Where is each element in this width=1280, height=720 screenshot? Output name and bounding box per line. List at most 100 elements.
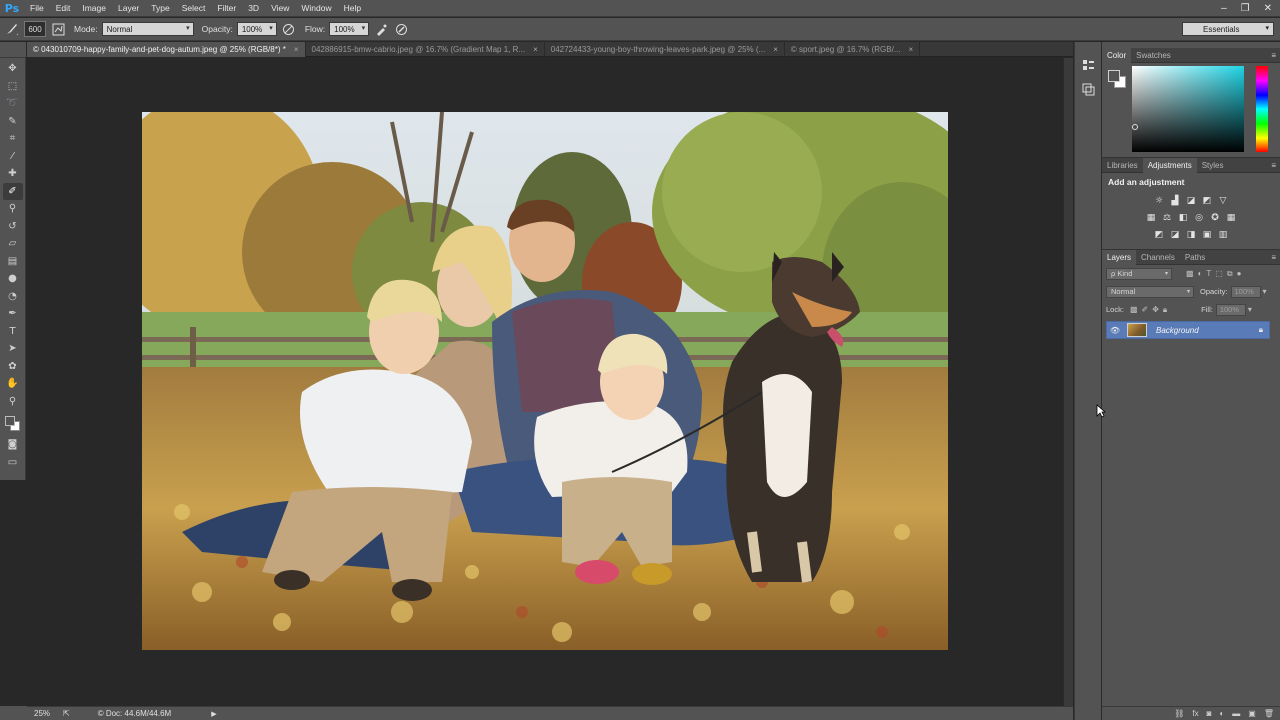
layer-row-background[interactable]: 👁︎ Background 🔒︎ [1106,321,1270,339]
history-panel-icon[interactable] [1078,80,1098,98]
tab-swatches[interactable]: Swatches [1131,48,1176,63]
foreground-color-swatch[interactable] [1108,70,1120,82]
adjustment-layer-icon[interactable]: ◐ [1219,709,1224,718]
photo-filter-icon[interactable]: ◎ [1193,211,1206,224]
opacity-input[interactable]: 100% ▾ [236,22,277,36]
screen-mode-icon[interactable]: ▭ [3,454,23,472]
foreground-color-swatch[interactable] [4,416,15,426]
eyedropper-tool-icon[interactable]: ⁄ [3,148,23,166]
lock-transparent-icon[interactable]: ▩ [1130,305,1138,314]
status-menu-arrow-icon[interactable]: ▶ [211,710,216,718]
tab-adjustments[interactable]: Adjustments [1142,157,1197,173]
dodge-tool-icon[interactable]: ◔ [3,288,23,306]
link-layers-icon[interactable]: ⛓ [1174,709,1184,718]
path-select-tool-icon[interactable]: ➤ [3,340,23,358]
layer-name[interactable]: Background [1156,326,1199,335]
vibrance-icon[interactable]: ▽ [1217,194,1230,207]
panel-menu-icon[interactable]: ≡ [1271,158,1276,173]
filter-smart-object-icon[interactable]: ⧉ [1227,269,1233,279]
menu-window[interactable]: Window [295,0,337,17]
eraser-tool-icon[interactable]: ▱ [3,235,23,253]
gradient-map-icon[interactable]: ▣ [1201,228,1214,241]
gradient-tool-icon[interactable]: ▤ [3,253,23,271]
healing-brush-tool-icon[interactable]: ✚ [3,165,23,183]
tab-layers[interactable]: Layers [1102,249,1137,265]
zoom-tool-icon[interactable]: ⚲ [3,393,23,411]
levels-icon[interactable]: ▟ [1169,194,1182,207]
posterize-icon[interactable]: ◪ [1169,228,1182,241]
menu-help[interactable]: Help [338,0,367,17]
menu-file[interactable]: File [24,0,50,17]
close-icon[interactable]: × [773,45,778,54]
hue-slider[interactable] [1256,66,1268,152]
color-swatches[interactable] [3,414,23,436]
fill-input[interactable]: 100% [1215,303,1246,316]
blend-mode-select[interactable]: Normal ▾ [1106,285,1194,298]
chevron-down-icon[interactable]: ▾ [1248,305,1252,314]
chevron-down-icon[interactable]: ▾ [1263,287,1267,296]
properties-panel-icon[interactable] [1078,56,1098,74]
tab-libraries[interactable]: Libraries [1102,158,1143,173]
clone-stamp-tool-icon[interactable]: ⚲ [3,200,23,218]
workspace-switcher[interactable]: Essentials ▾ [1182,22,1274,36]
curves-icon[interactable]: ◪ [1185,194,1198,207]
exposure-icon[interactable]: ◩ [1201,194,1214,207]
visibility-eye-icon[interactable]: 👁︎ [1107,326,1123,335]
brush-tool-icon[interactable]: ✐ [2,182,23,200]
panel-menu-icon[interactable]: ≡ [1271,48,1276,63]
filter-toggle-icon[interactable]: ● [1237,269,1242,278]
document-image[interactable] [142,112,948,650]
hand-tool-icon[interactable]: ✋ [3,375,23,393]
menu-edit[interactable]: Edit [50,0,77,17]
lock-image-icon[interactable]: ✐ [1142,305,1149,314]
filter-shape-icon[interactable]: ⬚ [1215,269,1223,278]
pressure-opacity-icon[interactable] [281,21,297,37]
tab-styles[interactable]: Styles [1197,158,1229,173]
layer-kind-filter[interactable]: ρ Kind ▾ [1106,267,1172,280]
quick-mask-icon[interactable]: ◙ [3,436,23,454]
close-button[interactable]: ✕ [1264,3,1272,14]
color-field[interactable] [1132,66,1244,152]
filter-adjustment-icon[interactable]: ◐ [1198,269,1203,278]
tab-young-boy[interactable]: 042724433-young-boy-throwing-leaves-park… [545,41,785,57]
brush-panel-icon[interactable] [50,21,66,37]
close-icon[interactable]: × [909,45,914,54]
layer-mask-icon[interactable]: ◙ [1207,709,1212,718]
restore-button[interactable]: ❐ [1241,3,1250,14]
tab-channels[interactable]: Channels [1136,250,1180,265]
crop-tool-icon[interactable]: ⌗ [3,130,23,148]
menu-layer[interactable]: Layer [112,0,145,17]
pressure-size-icon[interactable] [393,21,409,37]
menu-select[interactable]: Select [176,0,212,17]
new-layer-icon[interactable]: ▣ [1248,709,1256,718]
tab-happy-family[interactable]: © 043010709-happy-family-and-pet-dog-aut… [27,41,306,57]
panel-menu-icon[interactable]: ≡ [1271,250,1276,265]
filter-type-icon[interactable]: T [1206,269,1211,278]
layer-opacity-input[interactable]: 100% [1230,285,1261,298]
tools-panel-header[interactable] [0,42,26,58]
marquee-tool-icon[interactable]: ⬚ [3,78,23,96]
hue-saturation-icon[interactable]: ▦ [1145,211,1158,224]
black-white-icon[interactable]: ◧ [1177,211,1190,224]
menu-view[interactable]: View [265,0,295,17]
new-group-icon[interactable]: ▬ [1232,709,1240,718]
quick-select-tool-icon[interactable]: ✎ [3,113,23,131]
shape-tool-icon[interactable]: ✿ [3,358,23,376]
tab-sport[interactable]: © sport.jpeg @ 16.7% (RGB/... × [785,41,921,57]
vertical-scrollbar[interactable] [1063,58,1073,706]
menu-type[interactable]: Type [145,0,175,17]
tab-bmw-cabrio[interactable]: 042886915-bmw-cabrio.jpeg @ 16.7% (Gradi… [306,41,545,57]
export-icon[interactable]: ⇱ [63,709,70,718]
menu-image[interactable]: Image [76,0,112,17]
history-brush-tool-icon[interactable]: ↺ [3,218,23,236]
close-icon[interactable]: × [533,45,538,54]
pen-tool-icon[interactable]: ✒ [3,305,23,323]
lock-all-icon[interactable]: 🔒︎ [1163,305,1167,315]
close-icon[interactable]: × [294,45,299,54]
brightness-contrast-icon[interactable]: ☼ [1153,194,1166,207]
delete-layer-icon[interactable]: 🗑︎ [1264,709,1274,718]
brush-tool-preset-icon[interactable] [4,21,20,37]
layer-style-icon[interactable]: fx [1192,709,1198,718]
lasso-tool-icon[interactable]: ➰ [3,95,23,113]
zoom-level[interactable]: 25% [27,709,57,718]
